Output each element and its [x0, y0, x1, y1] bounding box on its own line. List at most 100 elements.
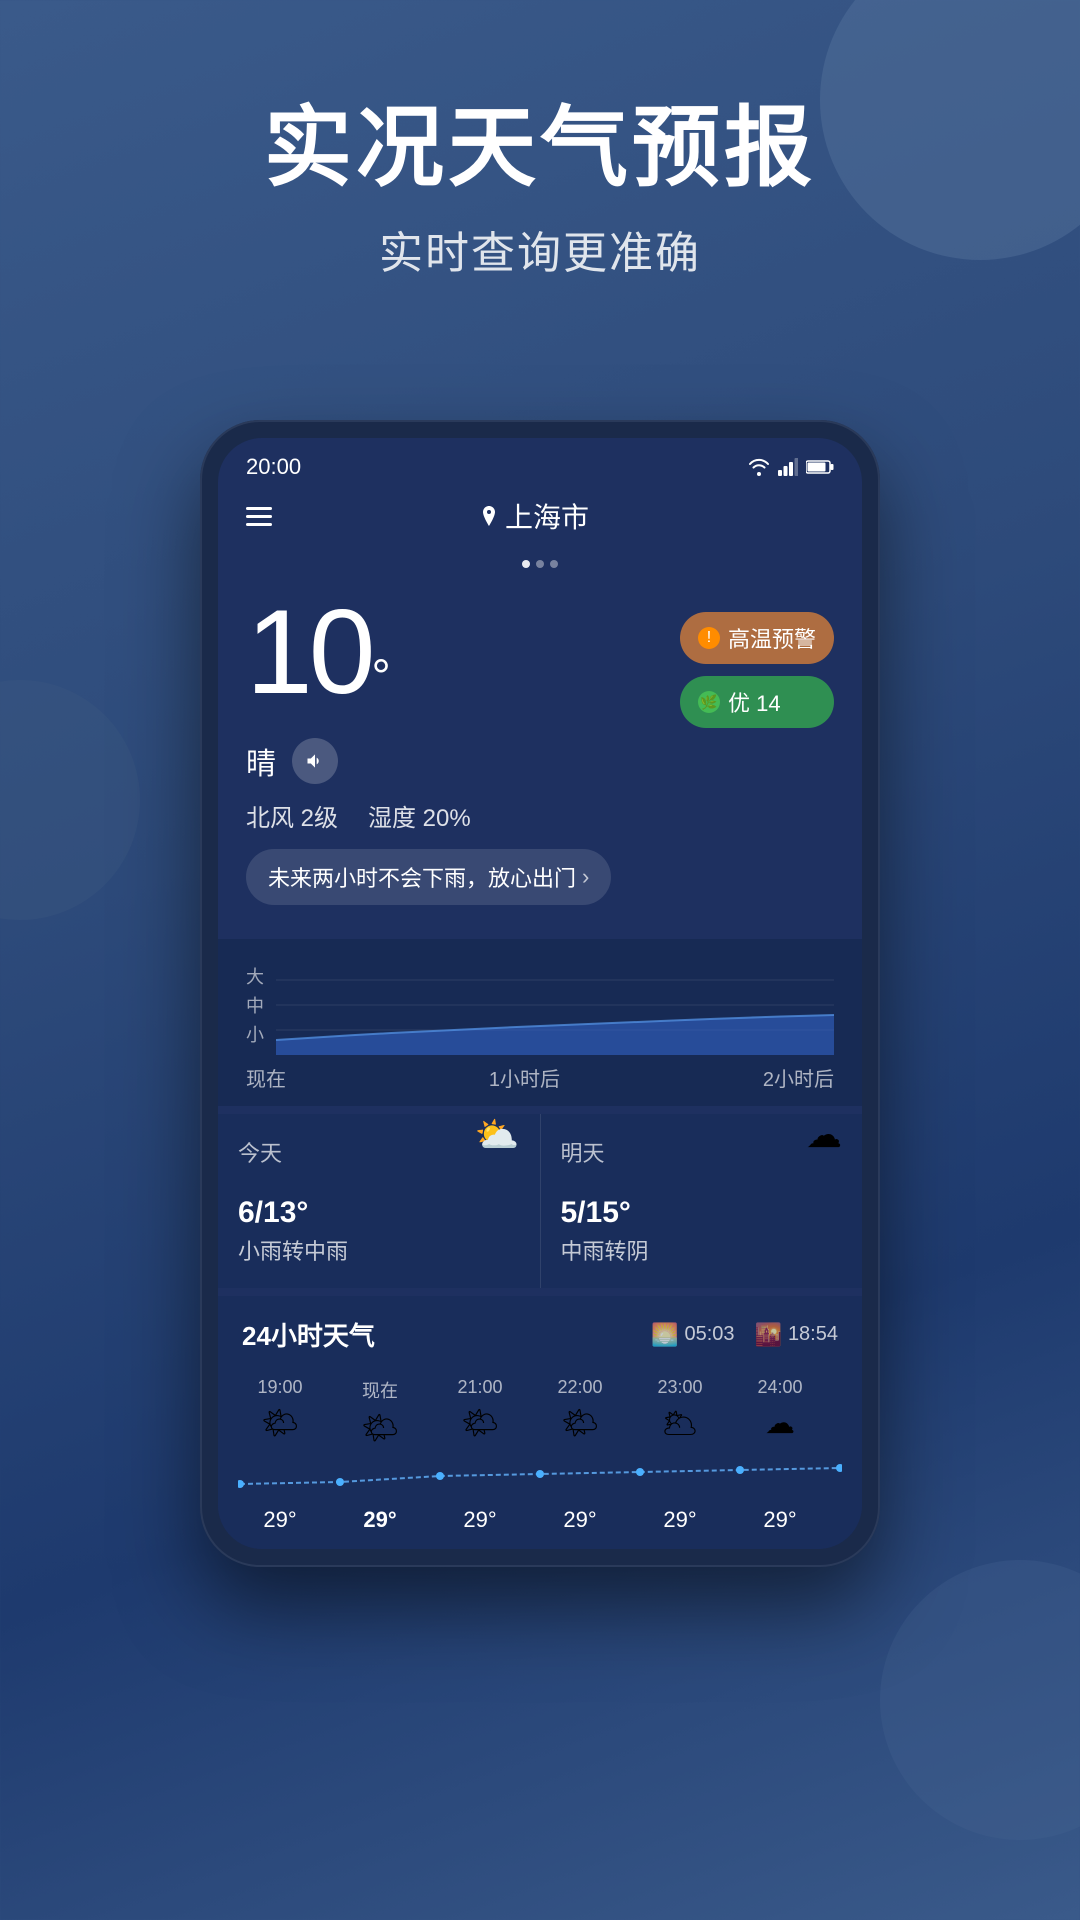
hourly-section: 24小时天气 🌅 05:03 🌇 18:54 19:: [218, 1296, 862, 1549]
hourly-header: 24小时天气 🌅 05:03 🌇 18:54: [218, 1316, 862, 1369]
sunrise-info: 🌅 05:03: [651, 1322, 734, 1348]
hourly-temp-2: 29°: [430, 1507, 530, 1533]
alerts-column: ! 高温预警 🌿 优 14: [680, 592, 834, 728]
chart-y-labels: 大 中 小: [246, 955, 264, 1055]
daily-tomorrow-label: 明天: [561, 1136, 605, 1168]
temp-graph-svg: [238, 1454, 842, 1494]
page-dot-3[interactable]: [550, 560, 558, 568]
sunset-info: 🌇 18:54: [755, 1322, 838, 1348]
chart-x-now: 现在: [246, 1063, 286, 1092]
location-label[interactable]: 上海市: [481, 496, 589, 536]
bg-decoration-left: [0, 680, 140, 920]
rain-chart-section: 大 中 小 现在 1小时后: [218, 939, 862, 1106]
chart-y-label-small: 小: [246, 1021, 264, 1047]
hourly-time-5: 24:00: [757, 1377, 802, 1398]
chart-y-label-medium: 中: [246, 992, 264, 1018]
city-name: 上海市: [505, 496, 589, 536]
heat-warning-label: 高温预警: [728, 622, 816, 654]
hourly-icon-2: 🌤: [461, 1406, 499, 1441]
daily-tomorrow-header: 明天 ☁: [561, 1136, 843, 1168]
temperature-row: 10° ! 高温预警 🌿 优 14: [246, 592, 834, 728]
hourly-item-4: 23:00 🌥: [630, 1369, 730, 1454]
chart-x-1h: 1小时后: [489, 1063, 560, 1092]
chart-y-label-large: 大: [246, 963, 264, 989]
daily-section: 今天 ⛅ 6/13° 小雨转中雨 明天 ☁ 5/15° 中雨转阴: [218, 1114, 862, 1288]
status-time: 20:00: [246, 454, 301, 480]
rain-chart-svg: [276, 955, 834, 1055]
hourly-scroll[interactable]: 19:00 🌤 现在 🌤 21:00 🌤 22:00 🌤: [218, 1369, 862, 1454]
hourly-time-2: 21:00: [457, 1377, 502, 1398]
hero-section: 实况天气预报 实时查询更准确: [0, 0, 1080, 281]
hero-subtitle: 实时查询更准确: [0, 217, 1080, 281]
condition-text: 晴: [246, 739, 276, 783]
status-bar: 20:00: [218, 438, 862, 488]
location-pin-icon: [481, 506, 497, 526]
phone-screen: 20:00: [218, 438, 862, 1549]
wifi-icon: [748, 458, 770, 476]
sun-info: 🌅 05:03 🌇 18:54: [651, 1322, 838, 1348]
hourly-temp-1: 29°: [330, 1507, 430, 1533]
hourly-time-3: 22:00: [557, 1377, 602, 1398]
aqi-label: 优 14: [728, 686, 781, 718]
bg-decoration-bottom-right: [880, 1560, 1080, 1840]
hourly-item-0: 19:00 🌤: [230, 1369, 330, 1454]
hero-title: 实况天气预报: [0, 100, 1080, 197]
sunset-time: 18:54: [788, 1323, 838, 1346]
hourly-item-2: 21:00 🌤: [430, 1369, 530, 1454]
weather-main: 10° ! 高温预警 🌿 优 14 晴: [218, 572, 862, 931]
wind-info: 北风 2级: [246, 798, 338, 833]
battery-icon: [806, 459, 834, 475]
daily-today-desc: 小雨转中雨: [238, 1234, 520, 1266]
menu-button[interactable]: [246, 507, 272, 526]
chart-x-labels: 现在 1小时后 2小时后: [246, 1055, 834, 1106]
hourly-time-0: 19:00: [257, 1377, 302, 1398]
daily-today-temp: 6/13°: [238, 1196, 520, 1230]
hourly-temp-4: 29°: [630, 1507, 730, 1533]
leaf-icon: 🌿: [698, 691, 720, 713]
chevron-right-icon: ›: [582, 864, 589, 890]
hourly-icon-5: ☁: [765, 1406, 795, 1441]
daily-tomorrow-icon: ☁: [806, 1114, 842, 1156]
daily-tomorrow-temp: 5/15°: [561, 1196, 843, 1230]
temperature-display: 10°: [246, 592, 391, 712]
daily-today-card[interactable]: 今天 ⛅ 6/13° 小雨转中雨: [218, 1114, 541, 1288]
sunrise-time: 05:03: [684, 1323, 734, 1346]
daily-today-label: 今天: [238, 1136, 282, 1168]
hourly-icon-1: 🌤: [361, 1411, 399, 1446]
rain-forecast[interactable]: 未来两小时不会下雨，放心出门 ›: [246, 849, 611, 905]
chart-x-2h: 2小时后: [763, 1063, 834, 1092]
status-icons: [748, 458, 834, 476]
temp-graph: [218, 1454, 862, 1507]
speaker-icon: [305, 751, 325, 771]
daily-tomorrow-desc: 中雨转阴: [561, 1234, 843, 1266]
hourly-time-1: 现在: [362, 1377, 398, 1403]
chart-area: 大 中 小: [246, 955, 834, 1055]
heat-warning-badge[interactable]: ! 高温预警: [680, 612, 834, 664]
hourly-icon-3: 🌤: [561, 1406, 599, 1441]
phone-frame: 20:00: [200, 420, 880, 1567]
page-dot-1[interactable]: [522, 560, 530, 568]
heat-warning-icon: !: [698, 627, 720, 649]
page-dots: [218, 552, 862, 572]
signal-icon: [778, 458, 798, 476]
hourly-temp-0: 29°: [230, 1507, 330, 1533]
page-dot-2[interactable]: [536, 560, 544, 568]
hourly-temp-3: 29°: [530, 1507, 630, 1533]
hourly-time-4: 23:00: [657, 1377, 702, 1398]
daily-today-icon: ⛅: [475, 1114, 520, 1156]
speaker-button[interactable]: [292, 738, 338, 784]
sunset-icon: 🌇: [755, 1322, 782, 1348]
aqi-badge[interactable]: 🌿 优 14: [680, 676, 834, 728]
hourly-title: 24小时天气: [242, 1316, 375, 1353]
wind-humidity: 北风 2级 湿度 20%: [246, 798, 834, 833]
daily-today-header: 今天 ⛅: [238, 1136, 520, 1168]
hourly-item-5: 24:00 ☁: [730, 1369, 830, 1454]
sunrise-icon: 🌅: [651, 1322, 678, 1348]
hourly-icon-0: 🌤: [261, 1406, 299, 1441]
hourly-icon-4: 🌥: [661, 1406, 699, 1441]
rain-forecast-text: 未来两小时不会下雨，放心出门: [268, 861, 576, 893]
humidity-info: 湿度 20%: [368, 798, 471, 833]
nav-bar: 上海市: [218, 488, 862, 552]
hourly-item-3: 22:00 🌤: [530, 1369, 630, 1454]
daily-tomorrow-card[interactable]: 明天 ☁ 5/15° 中雨转阴: [541, 1114, 863, 1288]
